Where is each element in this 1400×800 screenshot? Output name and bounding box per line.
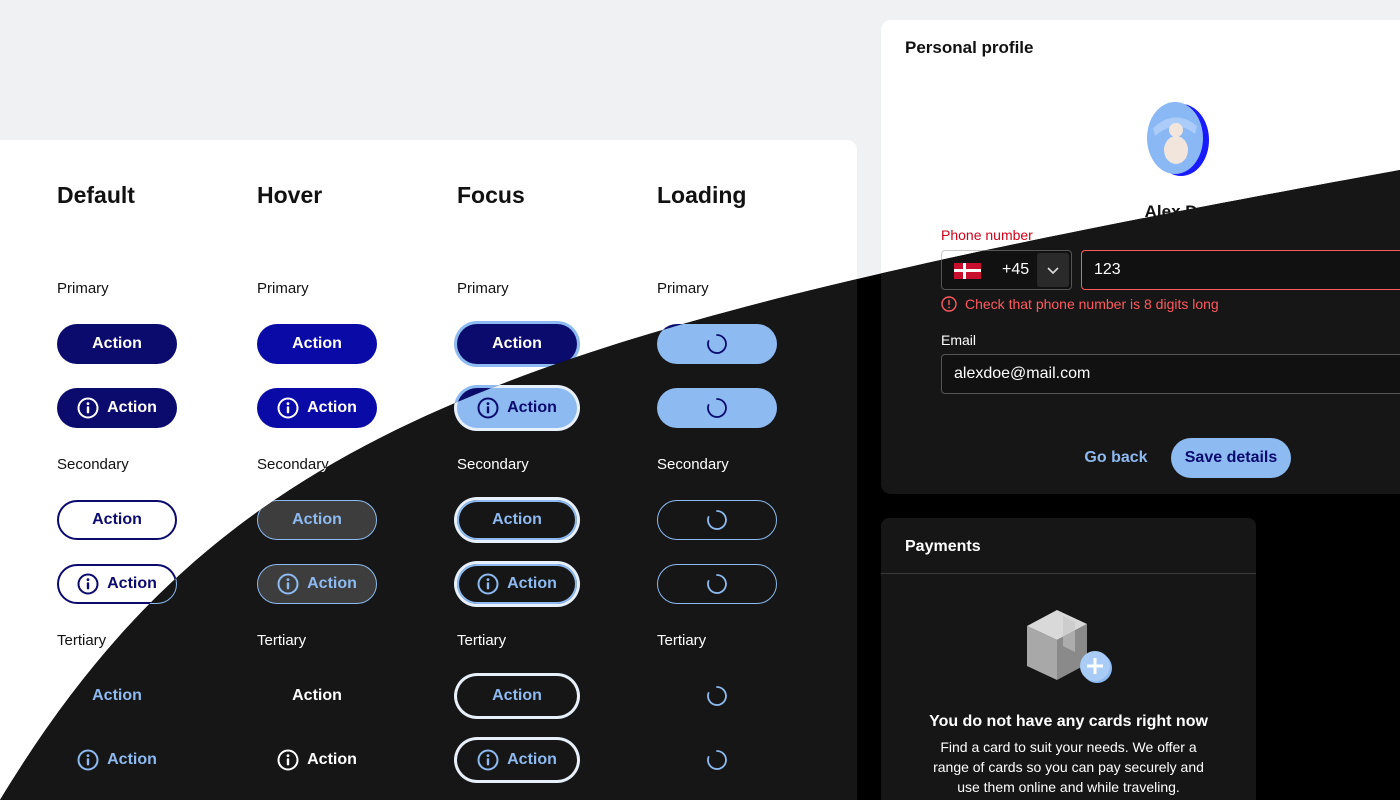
tertiary-icon-action-button-loading-dark[interactable] <box>657 740 777 780</box>
secondary-action-button-focus-dark[interactable]: Action <box>457 500 577 540</box>
section-label-primary: Primary <box>457 280 509 297</box>
empty-state-heading: You do not have any cards right now <box>929 713 1208 730</box>
design-system-canvas: Default Hover Focus Loading Primary Prim… <box>0 0 1400 800</box>
column-heading-default: Default <box>57 182 135 208</box>
button-label: Action <box>292 511 342 528</box>
email-input[interactable]: alexdoe@mail.com <box>941 354 1400 394</box>
section-label-tertiary: Tertiary <box>657 632 707 649</box>
loading-spinner-icon <box>706 685 728 707</box>
primary-icon-action-button-hover[interactable]: Action <box>257 388 377 428</box>
section-label-primary: Primary <box>57 280 109 297</box>
loading-spinner-icon <box>706 333 728 355</box>
primary-action-button-loading-dark[interactable] <box>657 324 777 364</box>
button-label: Action <box>107 399 157 416</box>
section-label-secondary: Secondary <box>57 456 129 473</box>
info-icon <box>77 573 99 595</box>
divider <box>881 573 1256 574</box>
info-icon <box>477 749 499 771</box>
tertiary-action-button-focus-dark[interactable]: Action <box>457 676 577 716</box>
section-label-secondary: Secondary <box>257 456 329 473</box>
button-label: Action <box>492 511 542 528</box>
payments-title: Payments <box>905 538 981 555</box>
button-label: Action <box>492 335 542 352</box>
avatar <box>1147 102 1209 176</box>
tertiary-icon-action-button-default-dark[interactable]: Action <box>57 740 177 780</box>
tertiary-icon-action-button-hover-dark[interactable]: Action <box>257 740 377 780</box>
empty-cards-box-icon <box>1027 610 1112 683</box>
secondary-icon-action-button-hover-dark[interactable]: Action <box>257 564 377 604</box>
save-details-button[interactable]: Save details <box>1171 438 1291 478</box>
denmark-flag-icon <box>954 263 981 279</box>
loading-spinner-icon <box>706 509 728 531</box>
button-label: Action <box>307 399 357 416</box>
info-icon <box>77 397 99 419</box>
payments-card: Payments You do not have any cards right… <box>881 518 1256 800</box>
section-label-secondary: Secondary <box>657 456 729 473</box>
chevron-down-icon[interactable] <box>1037 253 1069 287</box>
button-label: Action <box>507 751 557 768</box>
secondary-action-button-hover-dark[interactable]: Action <box>257 500 377 540</box>
info-icon <box>477 573 499 595</box>
secondary-action-button-loading-dark[interactable] <box>657 500 777 540</box>
phone-error-message: Check that phone number is 8 digits long <box>941 296 1219 312</box>
button-label: Action <box>292 687 342 704</box>
tertiary-icon-action-button-focus-dark[interactable]: Action <box>457 740 577 780</box>
primary-icon-action-button-loading-dark[interactable] <box>657 388 777 428</box>
go-back-button[interactable]: Go back <box>1071 438 1161 478</box>
button-label: Action <box>92 511 142 528</box>
primary-action-button-default[interactable]: Action <box>57 324 177 364</box>
column-heading-focus: Focus <box>457 182 525 208</box>
secondary-action-button-default[interactable]: Action <box>57 500 177 540</box>
phone-number-input[interactable]: 123 <box>1081 250 1400 290</box>
section-label-primary: Primary <box>257 280 309 297</box>
error-icon <box>941 296 957 312</box>
button-label: Action <box>107 575 157 592</box>
info-icon <box>77 749 99 771</box>
info-icon <box>277 749 299 771</box>
empty-state-body: Find a card to suit your needs. We offer… <box>933 739 1204 795</box>
country-dial-code: +45 <box>1002 261 1030 278</box>
primary-action-button-hover[interactable]: Action <box>257 324 377 364</box>
secondary-icon-action-button-focus-dark[interactable]: Action <box>457 564 577 604</box>
country-code-select[interactable]: +45 <box>941 250 1072 290</box>
button-label: Action <box>92 687 142 704</box>
section-label-secondary: Secondary <box>457 456 529 473</box>
button-label: Action <box>292 335 342 352</box>
info-icon <box>277 573 299 595</box>
column-heading-loading: Loading <box>657 182 747 208</box>
column-heading-hover: Hover <box>257 182 323 208</box>
button-label: Action <box>307 575 357 592</box>
button-label: Action <box>92 335 142 352</box>
tertiary-action-button-loading-dark[interactable] <box>657 676 777 716</box>
section-label-tertiary: Tertiary <box>257 632 307 649</box>
section-label-tertiary: Tertiary <box>457 632 507 649</box>
info-icon <box>477 397 499 419</box>
button-label: Action <box>107 751 157 768</box>
email-label: Email <box>941 332 977 348</box>
profile-title: Personal profile <box>905 38 1034 57</box>
primary-icon-action-button-default[interactable]: Action <box>57 388 177 428</box>
secondary-icon-action-button-loading-dark[interactable] <box>657 564 777 604</box>
loading-spinner-icon <box>706 749 728 771</box>
button-label: Action <box>507 575 557 592</box>
info-icon <box>277 397 299 419</box>
tertiary-action-button-hover-dark[interactable]: Action <box>257 676 377 716</box>
button-label: Action <box>307 751 357 768</box>
section-label-tertiary: Tertiary <box>57 632 107 649</box>
phone-number-label: Phone number <box>941 227 1033 243</box>
primary-action-button-focus[interactable]: Action <box>457 324 577 364</box>
button-label: Action <box>507 399 557 416</box>
loading-spinner-icon <box>706 573 728 595</box>
loading-spinner-icon <box>706 397 728 419</box>
button-label: Action <box>492 687 542 704</box>
error-text: Check that phone number is 8 digits long <box>965 296 1219 312</box>
section-label-primary: Primary <box>657 280 709 297</box>
